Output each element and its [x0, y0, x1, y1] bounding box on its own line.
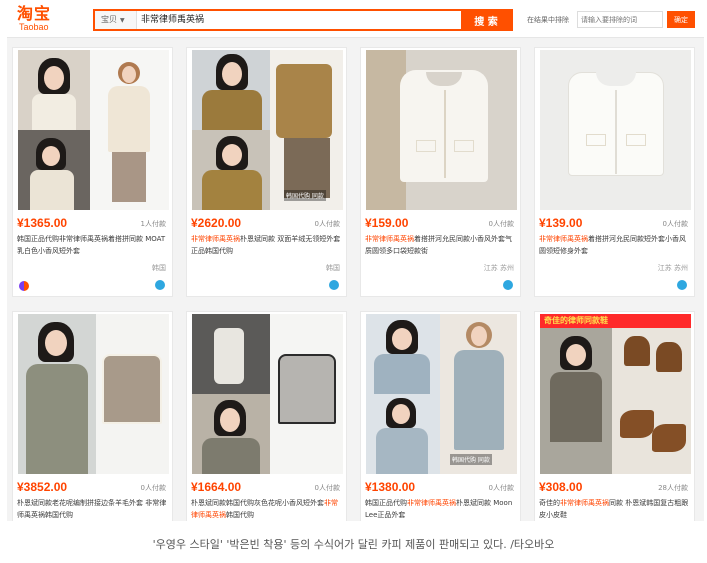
sales-count: 1人付款	[140, 220, 166, 228]
sales-count: 0人付款	[662, 220, 688, 228]
seller-location: 韩国	[152, 264, 166, 272]
aliwangwang-chat-icon[interactable]	[677, 280, 687, 290]
product-price: ¥308.00	[539, 480, 583, 494]
product-card[interactable]: 韩国代购 同款 ¥1380.00 0人付款 韩国正品代购非常律师禹英祸朴恩斌同款…	[360, 311, 521, 521]
product-card[interactable]: ¥1365.00 1人付款 韩国正品代购非常律师禹英祸着搭拼同款 MOAT乳白色…	[12, 47, 173, 297]
product-title[interactable]: 非常律师禹英祸朴恩斌同款 双面羊绒无领短外套 正品韩国代购	[191, 233, 343, 269]
product-card[interactable]: ¥3852.00 0人付款 朴恩斌同款老花呢编制拼接边条羊毛外套 非常律师禹英祸…	[12, 311, 173, 521]
sales-count: 0人付款	[488, 220, 514, 228]
product-price: ¥1365.00	[17, 216, 68, 230]
product-image[interactable]	[18, 314, 169, 474]
product-price: ¥2620.00	[191, 216, 242, 230]
product-price: ¥1664.00	[191, 480, 242, 494]
image-caption: '우영우 스타일' '박은빈 착용' 등의 수식어가 달린 카피 제품이 판매되…	[152, 538, 555, 551]
product-image[interactable]: 奇佳的律师同款鞋	[540, 314, 691, 474]
exclude-input[interactable]	[577, 11, 663, 28]
exclude-label: 在结果中排除	[527, 16, 569, 24]
title-text: 韩国正品代购	[17, 235, 59, 243]
title-highlight: 非常律师禹英祸	[365, 235, 414, 243]
title-text: 朴恩斌同款老花呢编制拼接边条羊毛外套 非常律师禹英祸韩国代购	[17, 499, 167, 519]
sales-count: 0人付款	[488, 484, 514, 492]
product-title[interactable]: 奇佳的非常律师禹英祸同款 朴恩斌韩国复古粗跟皮小皮鞋	[539, 497, 691, 521]
title-highlight: 非常律师禹英祸	[191, 235, 240, 243]
product-card[interactable]: ¥139.00 0人付款 非常律师禹英祸着搭拼河允民同款短外套小香风圆领短修身外…	[534, 47, 695, 297]
header: 淘宝 Taobao 宝贝▼ 搜 索 在结果中排除 确定	[7, 0, 704, 38]
chevron-down-icon: ▼	[120, 17, 125, 24]
product-card[interactable]: 奇佳的律师同款鞋 ¥308.00 28人付款 奇佳的非常律师禹英祸同款 朴恩斌韩…	[534, 311, 695, 521]
product-image[interactable]	[192, 314, 343, 474]
product-card[interactable]: 韩国代购 同款 ¥2620.00 0人付款 非常律师禹英祸朴恩斌同款 双面羊绒无…	[186, 47, 347, 297]
exclude-search: 在结果中排除 确定	[527, 11, 697, 29]
aliwangwang-chat-icon[interactable]	[503, 280, 513, 290]
product-image[interactable]	[18, 50, 169, 210]
search-scope-label: 宝贝	[101, 15, 117, 24]
sales-count: 0人付款	[314, 220, 340, 228]
search-box: 宝贝▼ 搜 索	[93, 9, 513, 31]
seller-location: 韩国	[326, 264, 340, 272]
product-price: ¥139.00	[539, 216, 583, 230]
store-badge-icon	[19, 281, 29, 291]
product-image[interactable]: 韩国代购 同款	[192, 50, 343, 210]
sales-count: 0人付款	[140, 484, 166, 492]
product-title[interactable]: 朴恩斌同款老花呢编制拼接边条羊毛外套 非常律师禹英祸韩国代购	[17, 497, 169, 521]
title-text: 朴恩斌同款韩国代购灰色花呢小香风短外套	[191, 499, 324, 507]
product-banner: 奇佳的律师同款鞋	[540, 314, 691, 328]
product-card[interactable]: ¥159.00 0人付款 非常律师禹英祸着搭拼河允民同款小香风外套气质圆领多口袋…	[360, 47, 521, 297]
title-text: 奇佳的	[539, 499, 560, 507]
exclude-confirm-button[interactable]: 确定	[667, 11, 695, 28]
product-image[interactable]: 韩国代购 同款	[366, 314, 517, 474]
logo-en: Taobao	[19, 22, 49, 32]
seller-location: 江苏 苏州	[483, 264, 514, 272]
search-scope-dropdown[interactable]: 宝贝 ▼	[95, 11, 137, 29]
sales-count: 28人付款	[658, 484, 688, 492]
logo-cn: 淘宝	[17, 4, 52, 23]
image-watermark: 韩国代购 同款	[284, 190, 326, 201]
product-card[interactable]: ¥1664.00 0人付款 朴恩斌同款韩国代购灰色花呢小香风短外套非常律师禹英祸…	[186, 311, 347, 521]
title-text: 韩国正品代购	[365, 499, 407, 507]
product-price: ¥159.00	[365, 216, 409, 230]
product-title[interactable]: 朴恩斌同款韩国代购灰色花呢小香风短外套非常律师禹英祸韩国代购	[191, 497, 343, 521]
product-title[interactable]: 韩国正品代购非常律师禹英祸着搭拼同款 MOAT乳白色小香风短外套	[17, 233, 169, 269]
taobao-screenshot: 淘宝 Taobao 宝贝▼ 搜 索 在结果中排除 确定	[7, 0, 704, 521]
image-watermark: 韩国代购 同款	[450, 454, 492, 465]
title-highlight: 非常律师禹英祸	[539, 235, 588, 243]
aliwangwang-chat-icon[interactable]	[155, 280, 165, 290]
product-title[interactable]: 韩国正品代购非常律师禹英祸朴恩斌同款 Moon Lee正品外套	[365, 497, 517, 521]
product-image[interactable]	[366, 50, 517, 210]
title-highlight: 非常律师禹英祸	[560, 499, 609, 507]
product-image[interactable]	[540, 50, 691, 210]
title-text: 韩国代购	[226, 511, 254, 519]
product-price: ¥3852.00	[17, 480, 68, 494]
title-highlight: 非常律师禹英祸	[407, 499, 456, 507]
taobao-logo[interactable]: 淘宝 Taobao	[17, 6, 77, 34]
sales-count: 0人付款	[314, 484, 340, 492]
search-input[interactable]	[141, 11, 461, 29]
product-price: ¥1380.00	[365, 480, 416, 494]
aliwangwang-chat-icon[interactable]	[329, 280, 339, 290]
search-button[interactable]: 搜 索	[461, 11, 511, 29]
seller-location: 江苏 苏州	[657, 264, 688, 272]
